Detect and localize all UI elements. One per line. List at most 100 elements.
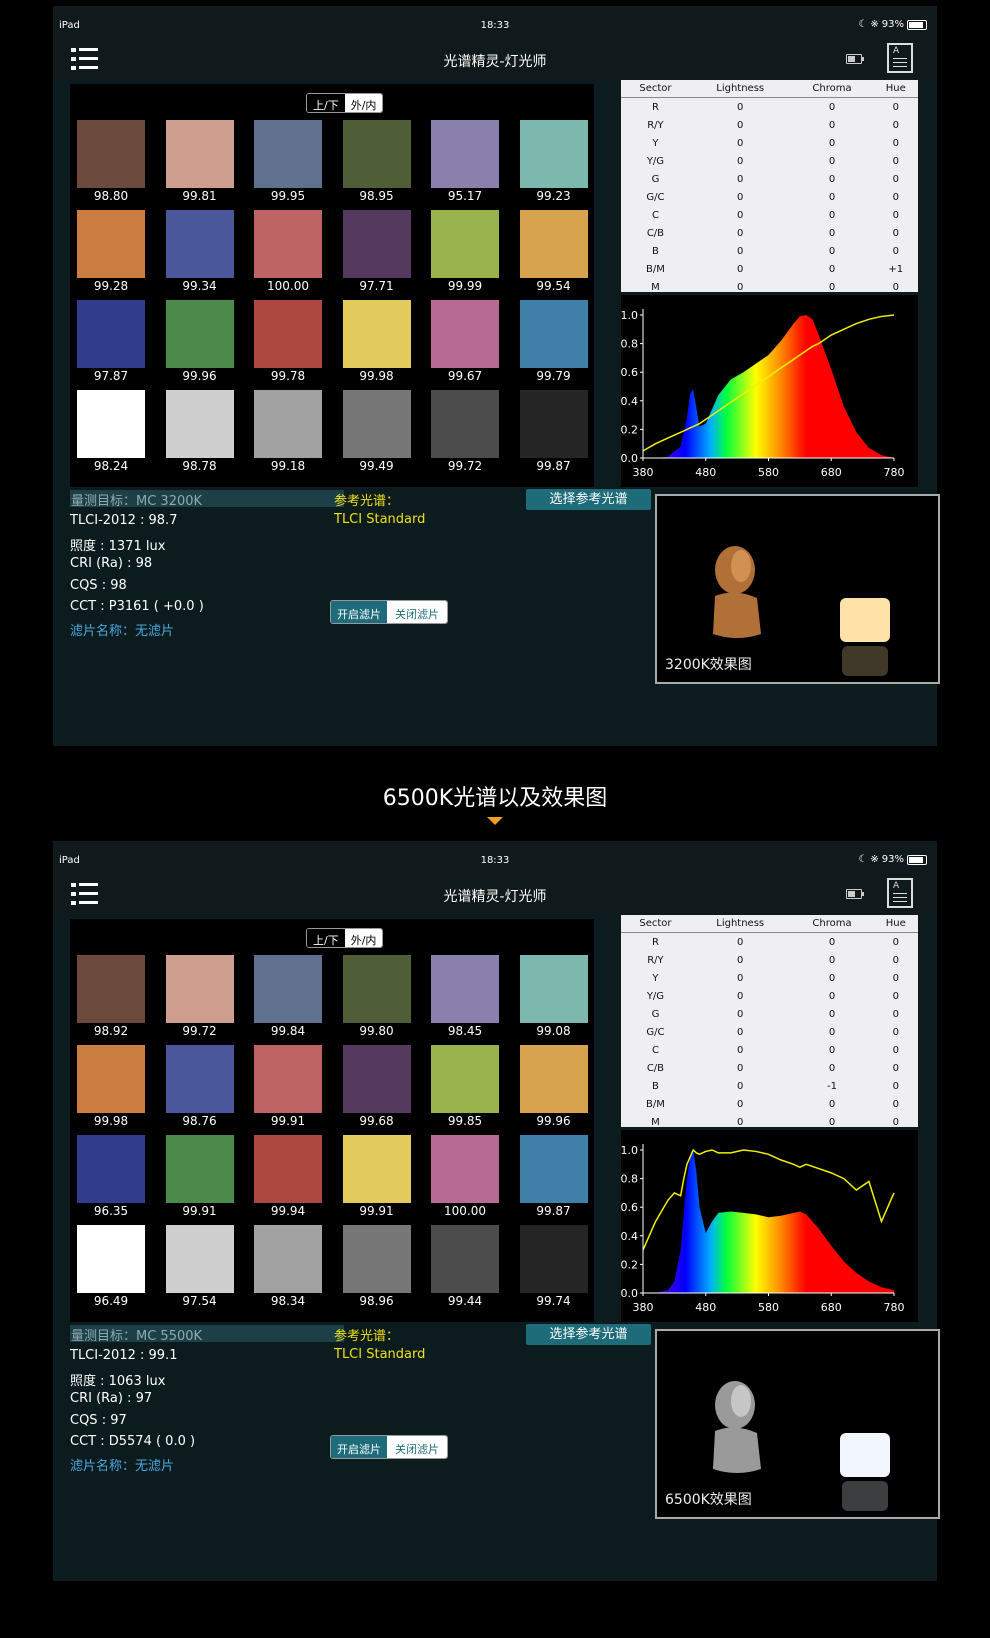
- color-swatch[interactable]: 99.18: [254, 390, 322, 473]
- color-swatch[interactable]: 97.71: [342, 210, 411, 293]
- swatch-color: [77, 955, 145, 1023]
- swatch-color: [77, 1225, 145, 1293]
- color-swatch[interactable]: 99.94: [254, 1135, 322, 1218]
- report-icon[interactable]: A: [887, 878, 913, 908]
- swatch-value: 99.18: [270, 459, 306, 473]
- filter-on-button[interactable]: 开启滤片: [331, 601, 387, 623]
- color-swatch[interactable]: 99.23: [519, 120, 588, 203]
- color-swatch[interactable]: 99.98: [342, 300, 411, 383]
- color-swatch[interactable]: 99.87: [519, 390, 588, 473]
- color-swatch[interactable]: 99.91: [342, 1135, 411, 1218]
- filter-on-button[interactable]: 开启滤片: [331, 1436, 387, 1458]
- swatch-color: [519, 120, 588, 188]
- color-swatch[interactable]: 99.80: [342, 955, 411, 1038]
- color-swatch[interactable]: 99.99: [431, 210, 499, 293]
- swatch-color: [77, 390, 145, 458]
- color-swatch[interactable]: 98.78: [165, 390, 234, 473]
- cqs-value: CQS : 97: [70, 1413, 127, 1428]
- color-swatch[interactable]: 99.74: [519, 1225, 588, 1308]
- toggle-up-down[interactable]: 上/下: [307, 94, 345, 112]
- color-swatch[interactable]: 96.49: [77, 1225, 145, 1308]
- color-swatch[interactable]: 99.44: [431, 1225, 499, 1308]
- color-swatch[interactable]: 100.00: [431, 1135, 499, 1218]
- color-swatch[interactable]: 99.08: [519, 955, 588, 1038]
- color-swatch[interactable]: 98.80: [77, 120, 145, 203]
- color-swatch[interactable]: 99.87: [519, 1135, 588, 1218]
- table-cell: 0: [828, 137, 836, 149]
- color-swatch[interactable]: 99.81: [165, 120, 234, 203]
- color-swatch[interactable]: 100.00: [254, 210, 322, 293]
- table-cell: 0: [828, 1116, 836, 1128]
- select-reference-button[interactable]: 选择参考光谱: [526, 1324, 651, 1345]
- color-swatch[interactable]: 99.98: [77, 1045, 145, 1128]
- color-swatch[interactable]: 99.34: [165, 210, 234, 293]
- color-swatch[interactable]: 99.96: [519, 1045, 588, 1128]
- color-swatch[interactable]: 98.96: [342, 1225, 411, 1308]
- color-swatch[interactable]: 99.49: [342, 390, 411, 473]
- color-swatch[interactable]: 98.92: [77, 955, 145, 1038]
- device-battery-icon[interactable]: [846, 889, 864, 899]
- swatch-panel: 上/下 外/内 98.92 99.72 99.84 99.80 98.45 99.08 99.9…: [70, 919, 594, 1322]
- swatch-color: [165, 210, 234, 278]
- swatch-color: [165, 300, 234, 368]
- reference-label: 参考光谱：: [334, 1329, 400, 1344]
- table-cell: -1: [827, 1080, 838, 1092]
- swatch-value: 98.95: [359, 189, 394, 203]
- color-swatch[interactable]: 99.91: [165, 1135, 234, 1218]
- table-row: B/M 0 0 0: [621, 1095, 918, 1113]
- color-swatch[interactable]: 98.34: [254, 1225, 322, 1308]
- x-tick-label: 680: [821, 1301, 842, 1314]
- table-cell: 0: [828, 263, 836, 275]
- table-cell: 0: [737, 173, 744, 185]
- swatch-value: 99.94: [270, 1204, 306, 1218]
- table-cell: Y/G: [646, 155, 665, 167]
- page-title: 光谱精灵-灯光师: [443, 889, 547, 905]
- color-swatch[interactable]: 99.67: [431, 300, 499, 383]
- color-swatch[interactable]: 99.54: [519, 210, 588, 293]
- device-battery-icon[interactable]: [846, 54, 864, 64]
- swatch-value: 99.54: [536, 279, 571, 293]
- color-swatch[interactable]: 99.84: [254, 955, 322, 1038]
- swatch-color: [254, 390, 322, 458]
- color-swatch[interactable]: 99.96: [165, 300, 234, 383]
- color-swatch[interactable]: 99.85: [431, 1045, 499, 1128]
- color-swatch[interactable]: 99.78: [254, 300, 322, 383]
- report-icon[interactable]: A: [887, 43, 913, 73]
- color-swatch[interactable]: 97.54: [165, 1225, 234, 1308]
- color-swatch[interactable]: 99.28: [77, 210, 145, 293]
- table-cell: 0: [892, 101, 899, 113]
- table-cell: 0: [737, 990, 744, 1002]
- select-reference-button[interactable]: 选择参考光谱: [526, 489, 651, 510]
- table-cell: 0: [828, 1008, 836, 1020]
- color-swatch[interactable]: 98.45: [431, 955, 499, 1038]
- table-cell: Y: [652, 972, 659, 984]
- color-swatch[interactable]: 98.76: [165, 1045, 234, 1128]
- table-cell: R: [651, 101, 659, 113]
- color-swatch[interactable]: 97.87: [77, 300, 145, 383]
- swatch-value: 99.95: [270, 189, 306, 203]
- table-header: Hue: [873, 80, 918, 98]
- color-swatch[interactable]: 99.72: [431, 390, 499, 473]
- color-swatch[interactable]: 99.72: [165, 955, 234, 1038]
- swatch-value: 99.87: [536, 1204, 571, 1218]
- swatch-value: 99.91: [182, 1204, 217, 1218]
- color-swatch[interactable]: 99.95: [254, 120, 322, 203]
- toggle-out-in[interactable]: 外/内: [344, 929, 383, 947]
- color-swatch[interactable]: 99.91: [254, 1045, 322, 1128]
- filter-off-button[interactable]: 关闭滤片: [387, 601, 447, 623]
- color-swatch[interactable]: 99.68: [342, 1045, 411, 1128]
- table-cell: 0: [892, 1116, 899, 1128]
- color-swatch[interactable]: 98.95: [342, 120, 411, 203]
- color-swatch[interactable]: 99.79: [519, 300, 588, 383]
- color-swatch[interactable]: 95.17: [431, 120, 499, 203]
- swatch-value: 99.80: [359, 1024, 394, 1038]
- table-row: R/Y 0 0 0: [621, 951, 918, 969]
- color-swatch[interactable]: 98.24: [77, 390, 145, 473]
- toggle-out-in[interactable]: 外/内: [344, 94, 383, 112]
- swatch-color: [342, 1135, 411, 1203]
- swatch-color: [519, 300, 588, 368]
- toggle-up-down[interactable]: 上/下: [307, 929, 345, 947]
- table-row: Y 0 0 0: [621, 969, 918, 987]
- filter-off-button[interactable]: 关闭滤片: [387, 1436, 447, 1458]
- color-swatch[interactable]: 96.35: [77, 1135, 145, 1218]
